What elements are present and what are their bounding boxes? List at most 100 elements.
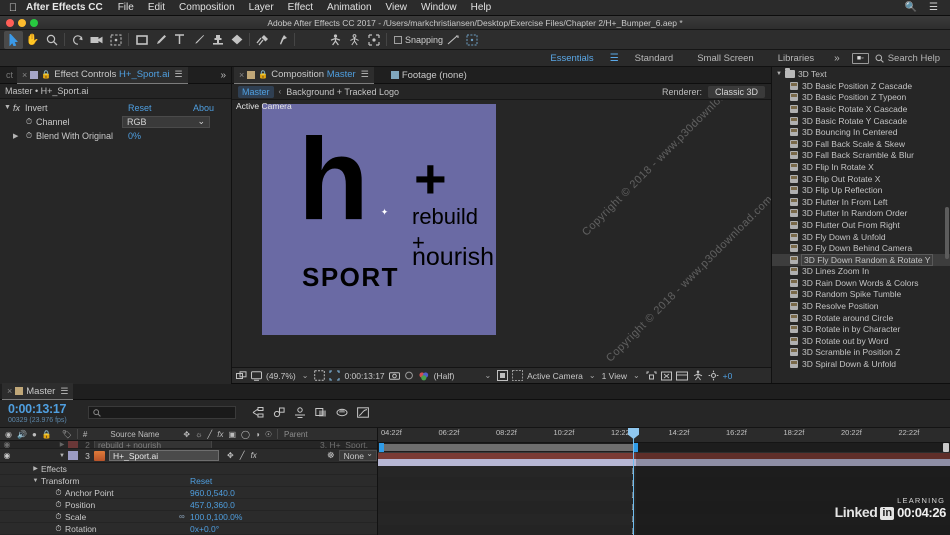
preset-item[interactable]: 3D Spiral Down & Unfold: [772, 358, 950, 370]
menu-view[interactable]: View: [379, 2, 415, 13]
preset-item[interactable]: 3D Basic Rotate Y Cascade: [772, 115, 950, 127]
bend-tool[interactable]: [345, 31, 364, 49]
preset-item[interactable]: 3D Flip In Rotate X: [772, 161, 950, 173]
presets-scrollbar[interactable]: [945, 207, 949, 259]
zoom-tool[interactable]: [42, 31, 61, 49]
preset-item[interactable]: 3D Rotate in by Character: [772, 323, 950, 335]
menu-animation[interactable]: Animation: [320, 2, 378, 13]
hand-tool[interactable]: ✋: [23, 31, 42, 49]
breadcrumb-current[interactable]: Background + Tracked Logo: [286, 87, 399, 97]
shape-tool[interactable]: [132, 31, 151, 49]
workspace-overflow-icon[interactable]: »: [826, 53, 848, 64]
viewer-time[interactable]: 0:00:13:17: [344, 371, 384, 381]
close-icon[interactable]: ×: [239, 70, 244, 80]
work-area-bar[interactable]: [378, 443, 950, 452]
enable-frame-blending-icon[interactable]: [315, 405, 327, 423]
effect-about-link[interactable]: Abou: [193, 103, 214, 113]
work-area-span[interactable]: [382, 444, 636, 451]
eye-icon[interactable]: ◉: [0, 451, 14, 460]
stopwatch-icon[interactable]: ⏱: [22, 117, 36, 127]
layer-parent-group[interactable]: ☸ None: [327, 449, 377, 461]
layer-parent[interactable]: 3. H+_Sport.: [320, 441, 368, 448]
stopwatch-icon[interactable]: ⏱: [22, 131, 36, 141]
preset-item[interactable]: 3D Resolve Position: [772, 300, 950, 312]
snapshot-icon[interactable]: [388, 371, 400, 380]
preset-item[interactable]: 3D Rotate around Circle: [772, 312, 950, 324]
property-value[interactable]: 457.0,360.0: [190, 500, 235, 510]
property-value[interactable]: 960.0,540.0: [190, 488, 235, 498]
property-row-transform[interactable]: ▼ Transform Reset: [0, 475, 377, 487]
property-row-rotation[interactable]: ⏱ Rotation 0x+0.0°: [0, 523, 377, 535]
workspace-standard[interactable]: Standard: [623, 53, 686, 64]
preset-item[interactable]: 3D Flutter In From Left: [772, 196, 950, 208]
preset-item[interactable]: 3D Rain Down Words & Colors: [772, 277, 950, 289]
preset-item[interactable]: 3D Fly Down & Unfold: [772, 231, 950, 243]
lock-icon[interactable]: 🔒: [258, 70, 268, 79]
preset-item[interactable]: 3D Basic Rotate X Cascade: [772, 103, 950, 115]
composition-mini-flowchart-icon[interactable]: [252, 405, 264, 423]
panel-menu-icon[interactable]: ☰: [174, 69, 182, 80]
camera-tool[interactable]: [87, 31, 106, 49]
maximize-icon[interactable]: [30, 18, 38, 27]
property-row-effects[interactable]: ▶ Effects: [0, 463, 377, 475]
search-help-field[interactable]: Search Help: [873, 53, 950, 64]
transparency-grid-icon[interactable]: [497, 370, 509, 381]
timeline-search-input[interactable]: [88, 406, 236, 419]
project-tab-partial[interactable]: ct: [2, 70, 17, 80]
preset-item[interactable]: 3D Fall Back Scale & Skew: [772, 138, 950, 150]
stopwatch-icon[interactable]: ⏱: [52, 488, 65, 498]
menu-file[interactable]: File: [111, 2, 141, 13]
property-value[interactable]: 100.0,100.0%: [190, 512, 242, 522]
preset-item[interactable]: 3D Random Spike Tumble: [772, 289, 950, 301]
blend-value[interactable]: 0%: [128, 131, 141, 141]
stopwatch-icon[interactable]: ⏱: [52, 524, 65, 534]
selection-tool[interactable]: [4, 30, 23, 49]
tab-overflow-icon[interactable]: »: [215, 70, 231, 81]
tab-composition-master[interactable]: × 🔒 Composition Master ☰: [234, 66, 374, 84]
breadcrumb-master[interactable]: Master: [238, 85, 274, 98]
quality-switch-icon[interactable]: ╱: [240, 451, 245, 460]
presets-list[interactable]: ▼ 3D Text 3D Basic Position Z Cascade 3D …: [772, 67, 950, 383]
property-row-position[interactable]: ⏱ Position 457.0,360.0: [0, 499, 377, 511]
pan-behind-tool[interactable]: [106, 31, 125, 49]
show-snapshot-icon[interactable]: [404, 371, 414, 380]
roto-brush-tool[interactable]: [253, 31, 272, 49]
tab-timeline-master[interactable]: × Master ☰: [2, 383, 74, 400]
viewer-extra-value[interactable]: +0: [723, 371, 733, 381]
layer-name[interactable]: H+_Sport.ai: [109, 450, 220, 461]
mask-view-icon[interactable]: [512, 370, 524, 381]
scale-link-icon[interactable]: ∞: [179, 512, 185, 521]
effects-switch-icon[interactable]: fx: [251, 451, 257, 460]
list-icon[interactable]: ☰: [923, 2, 944, 13]
preset-item[interactable]: 3D Flip Out Rotate X: [772, 173, 950, 185]
minimize-icon[interactable]: [18, 18, 26, 27]
search-icon[interactable]: 🔍: [899, 2, 923, 13]
chevron-right-icon[interactable]: ▶: [56, 441, 68, 448]
workspace-layout-icon[interactable]: ■◦: [851, 52, 869, 64]
parent-dropdown[interactable]: None: [338, 449, 377, 461]
transform-reset-link[interactable]: Reset: [190, 476, 212, 486]
tab-effect-controls[interactable]: × 🔒 Effect Controls H+_Sport.ai ☰: [17, 66, 188, 84]
preset-item[interactable]: 3D Rotate out by Word: [772, 335, 950, 347]
close-icon[interactable]: [6, 18, 14, 27]
work-area-start-handle[interactable]: [379, 443, 384, 452]
effects-toggle-icon[interactable]: [708, 370, 719, 381]
presets-folder-3d-text[interactable]: ▼ 3D Text: [772, 68, 950, 80]
preset-item[interactable]: 3D Fall Back Scramble & Blur: [772, 150, 950, 162]
chevron-down-icon[interactable]: ⌄: [587, 371, 598, 380]
menu-window[interactable]: Window: [414, 2, 464, 13]
tab-footage[interactable]: Footage (none): [386, 67, 472, 84]
comp-end-marker[interactable]: [943, 443, 949, 452]
preset-item[interactable]: 3D Flutter Out From Right: [772, 219, 950, 231]
preset-item[interactable]: 3D Basic Position Z Cascade: [772, 80, 950, 92]
always-preview-icon[interactable]: [236, 370, 247, 381]
close-icon[interactable]: ×: [7, 386, 12, 396]
preset-item[interactable]: 3D Lines Zoom In: [772, 266, 950, 278]
hide-shy-layers-icon[interactable]: [294, 405, 306, 423]
property-row-scale[interactable]: ⏱ Scale ∞ 100.0,100.0%: [0, 511, 377, 523]
grid-guides-icon[interactable]: [462, 31, 481, 49]
panel-menu-icon[interactable]: ☰: [60, 386, 68, 397]
table-row[interactable]: ◉ ▼ 3 H+_Sport.ai ✥ ╱ fx ☸ None: [0, 449, 377, 463]
grid-guides-icon[interactable]: [314, 370, 326, 381]
pixel-aspect-icon[interactable]: [646, 371, 657, 381]
